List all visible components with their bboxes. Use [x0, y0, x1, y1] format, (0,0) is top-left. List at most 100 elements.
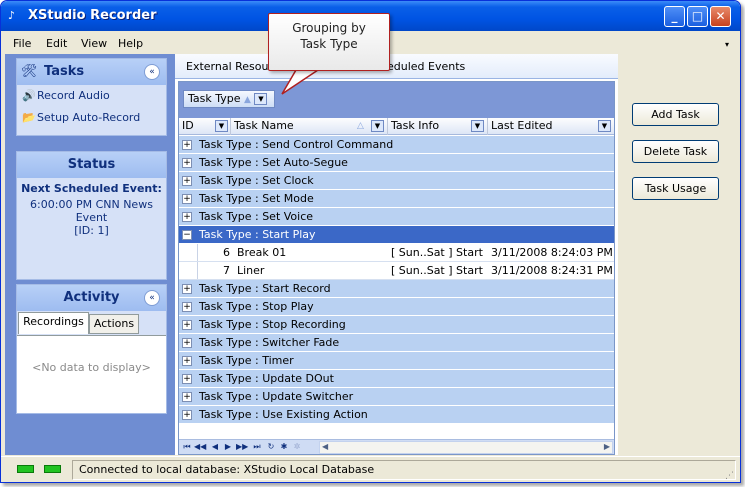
expand-icon[interactable]: +	[182, 320, 192, 330]
record-audio-link[interactable]: 🔊Record Audio	[21, 89, 110, 102]
group-row[interactable]: + Task Type : Use Existing Action	[179, 406, 614, 424]
task-usage-button[interactable]: Task Usage	[632, 177, 719, 200]
add-task-button[interactable]: Add Task	[632, 103, 719, 126]
first-page-icon[interactable]: ⏮	[182, 441, 192, 453]
status-bar: Connected to local database: XStudio Loc…	[1, 456, 740, 482]
group-row-selected[interactable]: − Task Type : Start Play	[179, 226, 614, 244]
tasks-icon: 🛠	[21, 64, 38, 79]
group-row[interactable]: + Task Type : Update DOut	[179, 370, 614, 388]
col-last-edited-header[interactable]: Last Edited ▼	[488, 118, 614, 135]
activity-header[interactable]: Activity «	[17, 285, 166, 311]
minimize-button[interactable]: _	[664, 6, 685, 27]
cell-id: 7	[197, 262, 234, 279]
next-page-icon[interactable]: ▶▶	[236, 441, 248, 453]
delete-task-button[interactable]: Delete Task	[632, 140, 719, 163]
cancel-record-icon[interactable]: ✲	[292, 441, 302, 453]
next-event-line2: [ID: 1]	[74, 224, 109, 237]
group-label: Task Type : Set Voice	[199, 210, 314, 223]
tasks-grid: Task Type ▲ ▼ ID ▼ Task Name △ ▼ Task Info ▼…	[178, 81, 615, 455]
col-task-name-label: Task Name	[234, 119, 294, 132]
refresh-icon[interactable]: ↻	[266, 441, 276, 453]
tasks-title: Tasks	[44, 64, 85, 79]
menu-help[interactable]: Help	[118, 37, 143, 50]
annotation-callout: Grouping by Task Type	[268, 13, 390, 71]
expand-icon[interactable]: +	[182, 194, 192, 204]
col-id-header[interactable]: ID ▼	[179, 118, 231, 135]
group-row[interactable]: + Task Type : Set Auto-Segue	[179, 154, 614, 172]
expand-icon[interactable]: +	[182, 212, 192, 222]
grid-rows: + Task Type : Send Control Command + Task …	[179, 136, 614, 424]
group-label: Task Type : Stop Recording	[199, 318, 346, 331]
menu-file[interactable]: File	[13, 37, 31, 50]
collapse-activity-icon[interactable]: «	[144, 290, 160, 306]
grid-header: ID ▼ Task Name △ ▼ Task Info ▼ Last Edited ▼	[179, 118, 614, 135]
close-button[interactable]: ✕	[710, 6, 731, 27]
table-row[interactable]: 7 Liner [ Sun..Sat ] Start 3/11/2008 8:2…	[179, 262, 614, 280]
col-id-filter-icon[interactable]: ▼	[215, 120, 228, 132]
group-row[interactable]: + Task Type : Switcher Fade	[179, 334, 614, 352]
expand-icon[interactable]: +	[182, 374, 192, 384]
group-row[interactable]: + Task Type : Send Control Command	[179, 136, 614, 154]
expand-icon[interactable]: +	[182, 140, 192, 150]
group-label: Task Type : Update Switcher	[199, 390, 354, 403]
tab-actions[interactable]: Actions	[89, 314, 139, 334]
expand-icon[interactable]: +	[182, 356, 192, 366]
col-id-label: ID	[182, 119, 194, 132]
menu-edit[interactable]: Edit	[46, 37, 67, 50]
tab-scheduled-events[interactable]: eduled Events	[387, 60, 465, 73]
table-row[interactable]: 6 Break 01 [ Sun..Sat ] Start 3/11/2008 …	[179, 244, 614, 262]
group-row[interactable]: + Task Type : Stop Play	[179, 298, 614, 316]
scroll-right-icon[interactable]: ▶	[604, 442, 610, 451]
center-pane: External Resource eduled Events Task Typ…	[175, 54, 618, 455]
group-row[interactable]: + Task Type : Start Record	[179, 280, 614, 298]
expand-icon[interactable]: +	[182, 410, 192, 420]
group-label: Task Type : Use Existing Action	[199, 408, 368, 421]
maximize-button[interactable]: □	[687, 6, 708, 27]
sort-icon: △	[357, 121, 364, 131]
cell-task-info: [ Sun..Sat ] Start	[391, 264, 483, 277]
app-window: ♪ XStudio Recorder _ □ ✕ File Edit View …	[0, 0, 741, 483]
col-task-info-header[interactable]: Task Info ▼	[388, 118, 488, 135]
group-by-dropdown-icon[interactable]: ▼	[254, 93, 268, 105]
resize-grip-icon[interactable]: ⋰	[725, 470, 737, 482]
last-page-icon[interactable]: ⏭	[252, 441, 262, 453]
next-record-icon[interactable]: ▶	[223, 441, 233, 453]
expand-icon[interactable]: +	[182, 392, 192, 402]
tab-recordings[interactable]: Recordings	[18, 312, 89, 334]
status-text: Connected to local database: XStudio Loc…	[72, 460, 736, 480]
collapse-tasks-icon[interactable]: «	[144, 64, 160, 80]
status-title: Status	[67, 157, 116, 172]
activity-led-icon	[44, 465, 61, 473]
new-record-icon[interactable]: ✱	[279, 441, 289, 453]
cell-id: 6	[197, 244, 234, 261]
expand-icon[interactable]: +	[182, 158, 192, 168]
menu-overflow-icon[interactable]: ▾	[725, 38, 734, 51]
expand-icon[interactable]: +	[182, 284, 192, 294]
previous-record-icon[interactable]: ◀	[210, 441, 220, 453]
group-row[interactable]: + Task Type : Stop Recording	[179, 316, 614, 334]
expand-icon[interactable]: +	[182, 176, 192, 186]
collapse-icon[interactable]: −	[182, 230, 192, 240]
group-row[interactable]: + Task Type : Set Voice	[179, 208, 614, 226]
group-label: Task Type : Set Clock	[199, 174, 314, 187]
menu-view[interactable]: View	[81, 37, 107, 50]
group-row[interactable]: + Task Type : Timer	[179, 352, 614, 370]
setup-auto-record-link[interactable]: 📂Setup Auto-Record	[21, 111, 140, 124]
col-task-name-filter-icon[interactable]: ▼	[371, 120, 384, 132]
col-task-name-header[interactable]: Task Name △ ▼	[231, 118, 388, 135]
tasks-header[interactable]: 🛠 Tasks «	[17, 59, 166, 85]
group-row[interactable]: + Task Type : Set Mode	[179, 190, 614, 208]
expand-icon[interactable]: +	[182, 338, 192, 348]
horizontal-scrollbar[interactable]: ◀ ▶	[319, 441, 613, 454]
col-last-edited-filter-icon[interactable]: ▼	[598, 120, 611, 132]
previous-page-icon[interactable]: ◀◀	[194, 441, 206, 453]
status-box: Status Next Scheduled Event: 6:00:00 PM …	[16, 151, 167, 280]
group-label: Task Type : Switcher Fade	[199, 336, 340, 349]
group-by-task-type[interactable]: Task Type ▲ ▼	[183, 90, 275, 108]
right-pane: Add Task Delete Task Task Usage	[618, 54, 740, 455]
group-row[interactable]: + Task Type : Update Switcher	[179, 388, 614, 406]
group-row[interactable]: + Task Type : Set Clock	[179, 172, 614, 190]
scroll-left-icon[interactable]: ◀	[322, 442, 328, 451]
col-task-info-filter-icon[interactable]: ▼	[471, 120, 484, 132]
expand-icon[interactable]: +	[182, 302, 192, 312]
